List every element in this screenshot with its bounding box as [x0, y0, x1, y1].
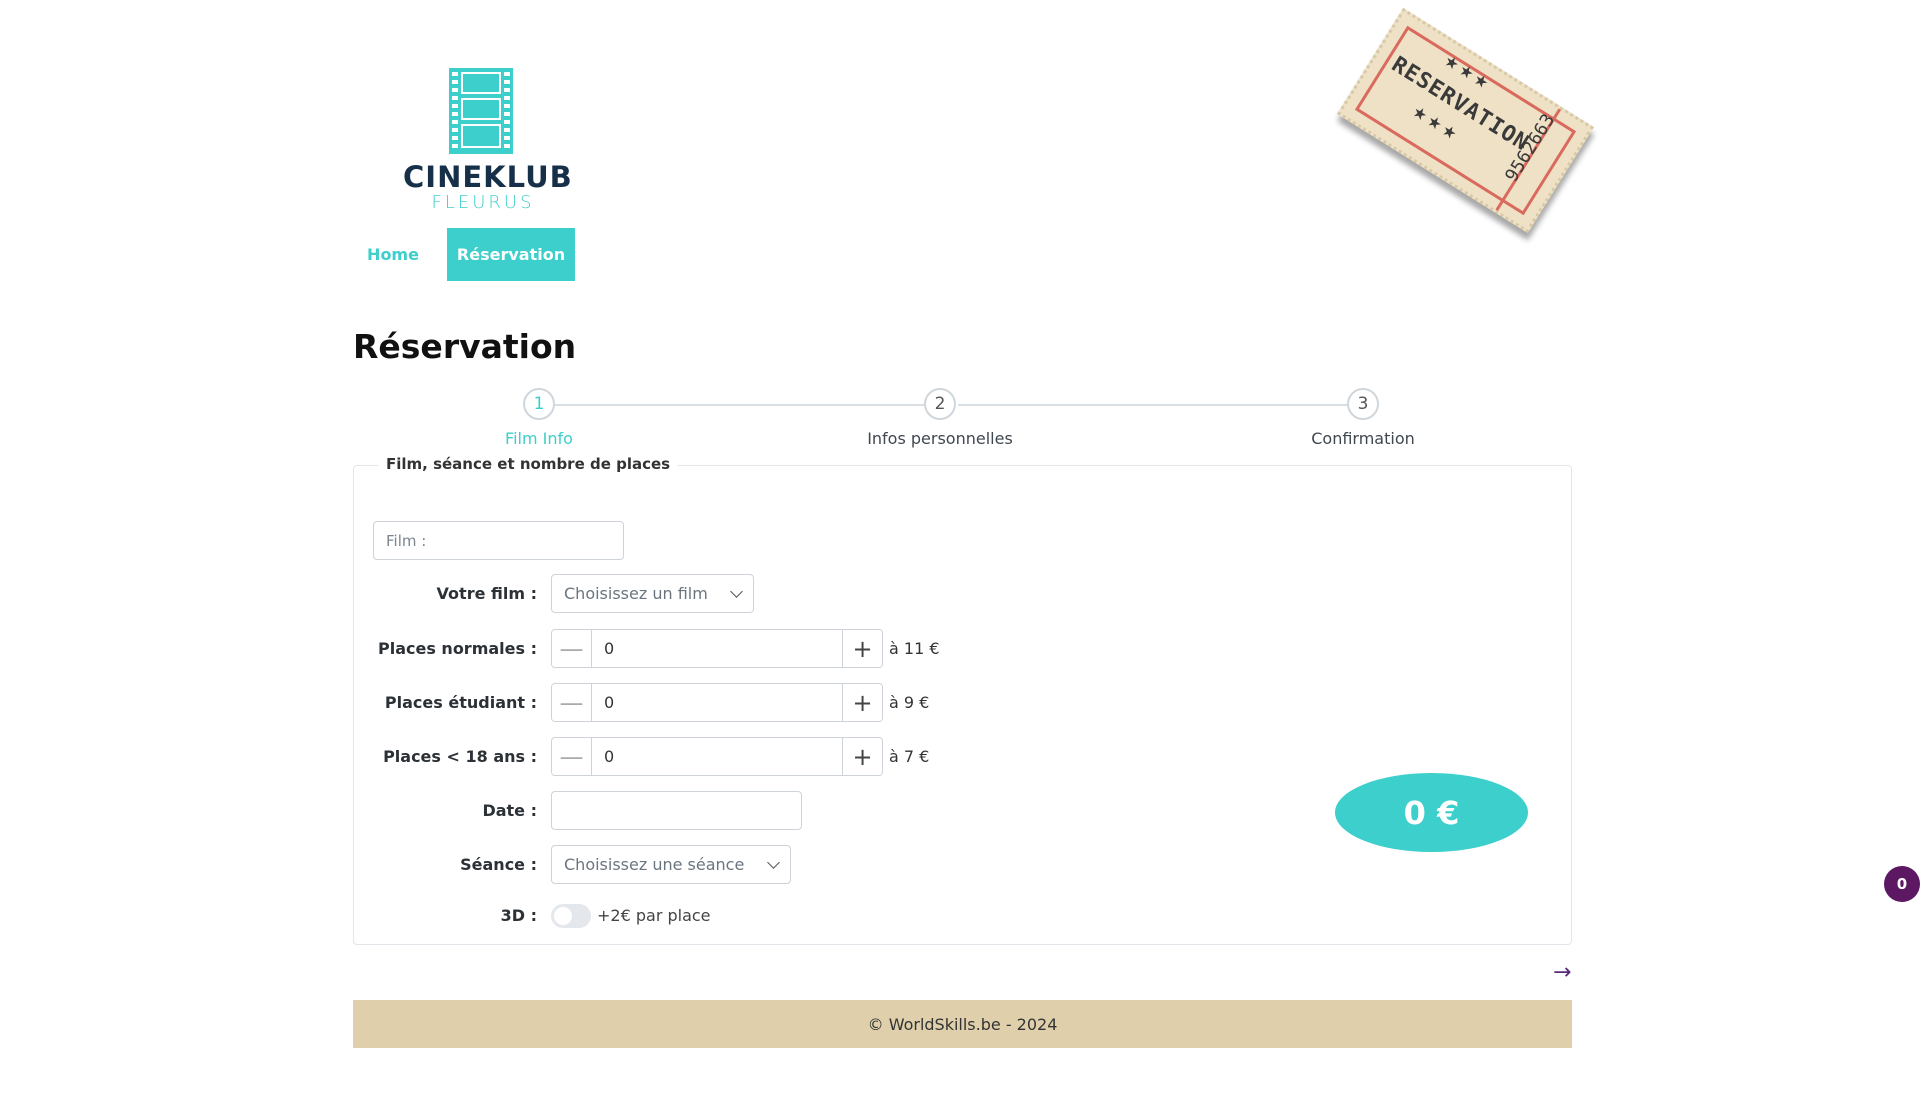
seance-row: Séance : Choisissez une séance: [354, 845, 791, 884]
plus-icon[interactable]: +: [842, 738, 882, 775]
minus-icon[interactable]: —: [552, 630, 592, 667]
places-etudiant-label: Places étudiant :: [384, 693, 537, 712]
places-etudiant-row: Places étudiant : — 0 + à 9 €: [354, 683, 929, 722]
minus-icon[interactable]: —: [552, 738, 592, 775]
three-d-toggle[interactable]: [551, 903, 591, 928]
page-title: Réservation: [353, 327, 577, 366]
film-search-input[interactable]: [373, 521, 624, 560]
places-normales-label: Places normales :: [377, 639, 537, 658]
date-field[interactable]: [551, 791, 802, 830]
film-select[interactable]: Choisissez un film: [551, 574, 754, 613]
arrow-right-icon[interactable]: →: [1553, 960, 1571, 985]
toggle-knob: [554, 906, 572, 925]
places-moins-18-row: Places < 18 ans : — 0 + à 7 €: [354, 737, 929, 776]
film-select-value: Choisissez un film: [564, 584, 708, 603]
footer: © WorldSkills.be - 2024: [353, 1000, 1572, 1048]
three-d-note: +2€ par place: [597, 906, 711, 925]
main-nav: Home Réservation: [353, 228, 575, 281]
step-label: Infos personnelles: [867, 429, 1013, 448]
places-moins-18-value[interactable]: 0: [592, 738, 842, 775]
fieldset-legend: Film, séance et nombre de places: [378, 455, 679, 473]
places-normales-price: à 11 €: [889, 639, 940, 658]
places-normales-row: Places normales : — 0 + à 11 €: [354, 629, 940, 668]
date-row: Date :: [354, 791, 802, 830]
minus-icon[interactable]: —: [552, 684, 592, 721]
step-label: Film Info: [505, 429, 573, 448]
brand-subtitle: FLEURUS: [431, 192, 535, 213]
reservation-ticket-image: ★★★ RESERVATION ★★★ 9562663: [1336, 7, 1595, 234]
date-label: Date :: [482, 801, 537, 820]
counter-badge[interactable]: 0: [1884, 866, 1920, 902]
chevron-down-icon: [730, 584, 743, 598]
step-confirmation[interactable]: 3 Confirmation: [1273, 388, 1453, 448]
plus-icon[interactable]: +: [842, 630, 882, 667]
brand-name: CINEKLUB: [403, 160, 573, 194]
film-label: Votre film :: [436, 584, 537, 603]
places-etudiant-price: à 9 €: [889, 693, 930, 712]
film-row: Votre film : Choisissez un film: [354, 574, 754, 613]
step-film-info[interactable]: 1 Film Info: [449, 388, 629, 448]
reservation-fieldset: Film, séance et nombre de places Votre f…: [353, 455, 1572, 945]
places-etudiant-stepper: — 0 +: [551, 683, 883, 722]
step-number: 3: [1347, 388, 1379, 420]
places-moins-18-price: à 7 €: [889, 747, 930, 766]
nav-reservation[interactable]: Réservation: [447, 228, 575, 281]
three-d-row: 3D : +2€ par place: [354, 896, 711, 935]
seance-select[interactable]: Choisissez une séance: [551, 845, 791, 884]
three-d-label: 3D :: [500, 906, 537, 925]
seance-select-value: Choisissez une séance: [564, 855, 745, 874]
places-etudiant-value[interactable]: 0: [592, 684, 842, 721]
total-price: 0 €: [1335, 773, 1528, 852]
logo[interactable]: CINEKLUB FLEURUS: [403, 68, 573, 213]
places-normales-value[interactable]: 0: [592, 630, 842, 667]
chevron-down-icon: [767, 855, 780, 869]
progress-stepper: 1 Film Info 2 Infos personnelles 3 Confi…: [353, 388, 1571, 448]
places-moins-18-label: Places < 18 ans :: [383, 747, 537, 766]
step-label: Confirmation: [1311, 429, 1415, 448]
step-infos-personnelles[interactable]: 2 Infos personnelles: [850, 388, 1030, 448]
plus-icon[interactable]: +: [842, 684, 882, 721]
step-number: 2: [924, 388, 956, 420]
places-moins-18-stepper: — 0 +: [551, 737, 883, 776]
seance-label: Séance :: [460, 855, 537, 874]
places-normales-stepper: — 0 +: [551, 629, 883, 668]
step-number: 1: [523, 388, 555, 420]
nav-home[interactable]: Home: [353, 228, 433, 281]
film-strip-icon: [449, 68, 513, 154]
